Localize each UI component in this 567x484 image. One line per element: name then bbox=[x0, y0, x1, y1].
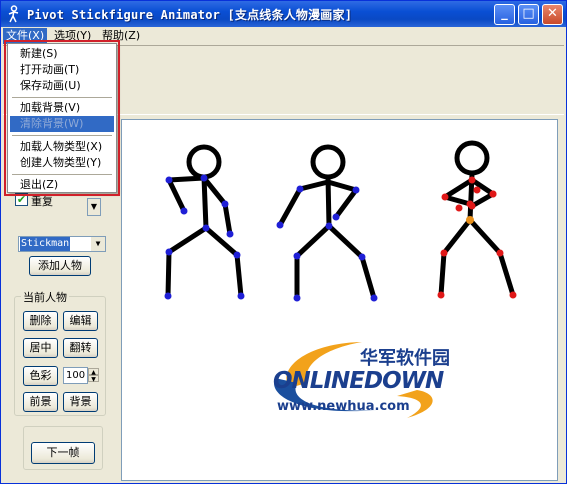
close-button[interactable]: ✕ bbox=[542, 4, 563, 25]
menu-save-animation[interactable]: 保存动画(U) bbox=[10, 78, 114, 94]
repeat-dropdown-button[interactable]: ▼ bbox=[87, 198, 101, 216]
size-input[interactable]: 100 bbox=[63, 367, 88, 384]
flip-button[interactable]: 翻转 bbox=[63, 338, 98, 358]
edit-button[interactable]: 编辑 bbox=[63, 311, 98, 331]
logo-brand-en: ONLINEDOWN bbox=[273, 368, 444, 394]
repeat-label: 重复 bbox=[31, 195, 53, 208]
chevron-down-icon[interactable]: ▼ bbox=[91, 237, 105, 251]
color-button[interactable]: 色彩 bbox=[23, 366, 58, 386]
stickfigure-1 bbox=[165, 144, 244, 299]
add-figure-button[interactable]: 添加人物 bbox=[29, 256, 91, 276]
animation-canvas[interactable]: 华军软件园 ONLINEDOWN www.newhua.com bbox=[121, 119, 558, 481]
spin-down-icon[interactable]: ▼ bbox=[88, 375, 99, 383]
menu-new[interactable]: 新建(S) bbox=[10, 46, 114, 62]
stickfigure-2 bbox=[277, 144, 377, 301]
figure-type-value: Stickman bbox=[20, 237, 71, 251]
figure-type-select[interactable]: Stickman ▼ bbox=[18, 236, 106, 252]
stickfigures-scene bbox=[164, 140, 517, 302]
window-title: Pivot Stickfigure Animator [支点线条人物漫画家] bbox=[27, 8, 353, 22]
minimize-button[interactable]: _ bbox=[494, 4, 515, 25]
next-frame-button[interactable]: 下一帧 bbox=[31, 442, 95, 464]
menu-file[interactable]: 文件(X) bbox=[3, 28, 48, 44]
title-bar[interactable]: Pivot Stickfigure Animator [支点线条人物漫画家] _… bbox=[1, 1, 566, 27]
center-button[interactable]: 居中 bbox=[23, 338, 58, 358]
spin-up-icon[interactable]: ▲ bbox=[88, 368, 99, 376]
logo-brand-cn: 华军软件园 bbox=[360, 348, 450, 369]
maximize-button[interactable]: □ bbox=[518, 4, 539, 25]
size-spinner[interactable]: ▲ ▼ bbox=[88, 368, 99, 383]
menu-help[interactable]: 帮助(Z) bbox=[99, 28, 143, 44]
menu-exit[interactable]: 退出(Z) bbox=[10, 177, 114, 193]
stickfigure-3-handle[interactable] bbox=[466, 216, 474, 224]
stickfigure-3 bbox=[438, 140, 516, 298]
menu-separator bbox=[12, 97, 112, 98]
onlinedown-logo: 华军软件园 ONLINEDOWN www.newhua.com bbox=[267, 338, 467, 424]
delete-button[interactable]: 删除 bbox=[23, 311, 58, 331]
repeat-checkbox[interactable]: ✔ bbox=[15, 193, 28, 206]
file-menu-dropdown: 新建(S) 打开动画(T) 保存动画(U) 加载背景(V) 清除背景(W) 加载… bbox=[4, 40, 120, 196]
app-window: Pivot Stickfigure Animator [支点线条人物漫画家] _… bbox=[0, 0, 567, 484]
menu-separator bbox=[12, 174, 112, 175]
menu-separator bbox=[12, 135, 112, 136]
menu-open-animation[interactable]: 打开动画(T) bbox=[10, 62, 114, 78]
logo-url: www.newhua.com bbox=[277, 399, 410, 414]
current-figure-label: 当前人物 bbox=[21, 289, 69, 305]
menu-load-background[interactable]: 加载背景(V) bbox=[10, 100, 114, 116]
front-button[interactable]: 前景 bbox=[23, 392, 58, 412]
back-button[interactable]: 背景 bbox=[63, 392, 98, 412]
menu-options[interactable]: 选项(Y) bbox=[51, 28, 94, 44]
menu-load-figure-type[interactable]: 加载人物类型(X) bbox=[10, 139, 114, 155]
menu-clear-background: 清除背景(W) bbox=[10, 116, 114, 132]
menu-create-figure-type[interactable]: 创建人物类型(Y) bbox=[10, 155, 114, 171]
stickfigure-app-icon bbox=[8, 5, 19, 23]
